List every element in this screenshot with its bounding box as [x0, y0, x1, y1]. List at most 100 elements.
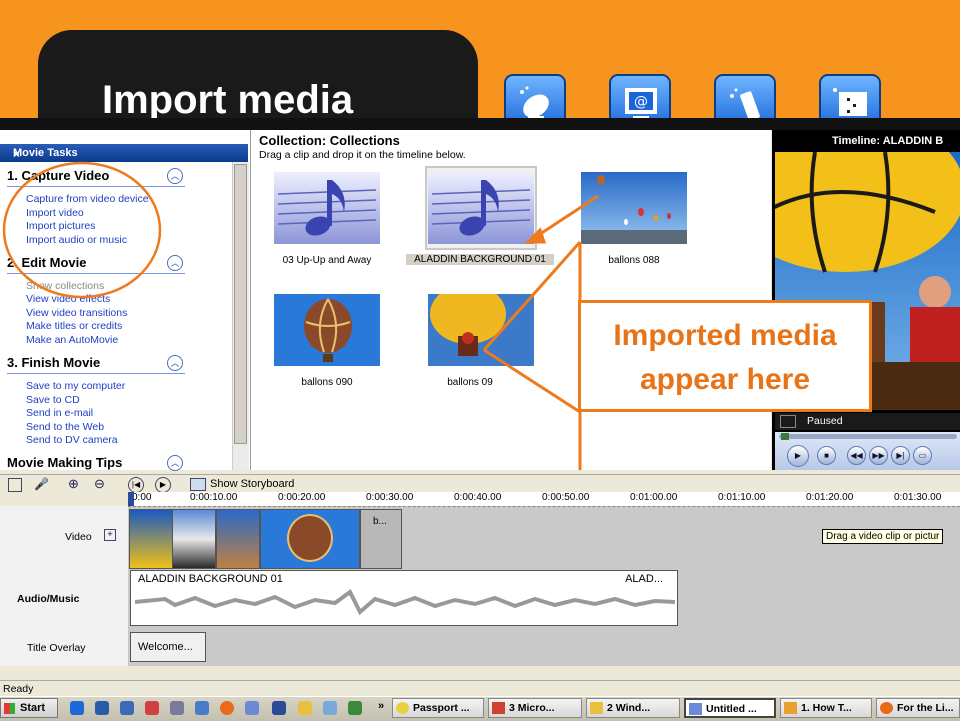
- taskbar-more[interactable]: »: [378, 700, 384, 712]
- callout-text: Imported media appear here: [578, 314, 872, 402]
- zoom-out-icon[interactable]: ⊖: [94, 476, 105, 492]
- audio-track[interactable]: ALADDIN BACKGROUND 01 ALAD...: [128, 570, 960, 630]
- link-save-to-cd[interactable]: Save to CD: [26, 394, 80, 406]
- expand-plus-icon[interactable]: +: [104, 529, 116, 541]
- app-icon[interactable]: [95, 701, 109, 715]
- timeline-ruler[interactable]: 0:00 0:00:10.00 0:00:20.00 0:00:30.00 0:…: [128, 492, 960, 507]
- callout-arrows: [482, 194, 599, 470]
- ruler-tick: 0:00:50.00: [542, 492, 590, 503]
- collection-item-photo[interactable]: [274, 294, 380, 366]
- video-clip[interactable]: [216, 509, 260, 569]
- section-divider: [7, 373, 185, 374]
- movie-maker-icon: [689, 703, 702, 715]
- pdf-icon[interactable]: [145, 701, 159, 715]
- stop-button[interactable]: ■: [817, 446, 836, 465]
- taskbar-button-label: 3 Micro...: [509, 702, 555, 714]
- link-send-web[interactable]: Send to the Web: [26, 421, 104, 433]
- internet-explorer-icon[interactable]: [70, 701, 84, 715]
- play-button[interactable]: ▶: [787, 445, 809, 467]
- link-send-email[interactable]: Send in e-mail: [26, 407, 93, 419]
- ruler-tick: 0:01:20.00: [806, 492, 854, 503]
- playhead[interactable]: [128, 492, 134, 506]
- chevron-up-icon[interactable]: ︿: [167, 455, 183, 471]
- folder-icon[interactable]: [298, 701, 312, 715]
- link-save-to-computer[interactable]: Save to my computer: [26, 380, 125, 392]
- track-label-title-overlay: Title Overlay: [27, 642, 86, 654]
- taskbar-button-micro[interactable]: 3 Micro...: [488, 698, 582, 718]
- previous-frame-button[interactable]: ◀◀: [847, 446, 866, 465]
- title-overlay-track[interactable]: Welcome...: [128, 630, 960, 666]
- video-clip[interactable]: [260, 509, 360, 569]
- ruler-tick: 0:00:40.00: [454, 492, 502, 503]
- firefox-icon[interactable]: [220, 701, 234, 715]
- seek-bar[interactable]: [779, 434, 957, 439]
- app-icon[interactable]: [245, 701, 259, 715]
- start-label: Start: [20, 702, 46, 714]
- callout-line-1: Imported media: [613, 319, 837, 352]
- ruler-tick: 0:01:10.00: [718, 492, 766, 503]
- timeline-tools-icon[interactable]: [8, 478, 22, 492]
- play-timeline-icon[interactable]: ▶: [155, 477, 171, 493]
- preview-status-bar: Paused: [775, 413, 960, 430]
- section-movie-making-tips[interactable]: Movie Making Tips: [7, 455, 122, 470]
- preview-status-text: Paused: [807, 415, 843, 427]
- callout-line-2: appear here: [639, 363, 811, 396]
- app-icon[interactable]: [323, 701, 337, 715]
- status-text: Ready: [3, 683, 34, 695]
- seek-thumb[interactable]: [781, 433, 789, 440]
- taskbar-button-label: Passport ...: [413, 702, 470, 714]
- taskbar-button-label: For the Li...: [897, 702, 954, 714]
- ruler-tick: 0:00:30.00: [366, 492, 414, 503]
- link-make-titles[interactable]: Make titles or credits: [26, 320, 122, 332]
- video-clip[interactable]: b...: [360, 509, 402, 569]
- tasks-scrollbar[interactable]: [232, 162, 249, 470]
- collection-title: Collection: Collections: [259, 133, 400, 148]
- close-icon[interactable]: ×: [13, 147, 234, 161]
- preview-title: Timeline: ALADDIN B: [832, 135, 944, 147]
- app-icon[interactable]: [170, 701, 184, 715]
- taskbar-button-label: 2 Wind...: [607, 702, 651, 714]
- next-frame-button[interactable]: ▶▶: [869, 446, 888, 465]
- collection-item-music[interactable]: [274, 172, 380, 244]
- windows-logo-icon: [4, 703, 15, 714]
- passport-icon: [396, 702, 409, 714]
- section-finish-movie[interactable]: 3. Finish Movie: [7, 355, 100, 370]
- chevron-up-icon[interactable]: ︿: [167, 355, 183, 371]
- video-clip[interactable]: [172, 509, 216, 569]
- taskbar-button-forthe[interactable]: For the Li...: [876, 698, 960, 718]
- app-icon[interactable]: [272, 701, 286, 715]
- taskbar-button-passport[interactable]: Passport ...: [392, 698, 484, 718]
- svg-text:@: @: [634, 94, 648, 110]
- link-make-automovie[interactable]: Make an AutoMovie: [26, 334, 118, 346]
- app-icon[interactable]: [348, 701, 362, 715]
- video-clip[interactable]: [129, 509, 173, 569]
- link-view-video-transitions[interactable]: View video transitions: [26, 307, 127, 319]
- folder-icon: [590, 702, 603, 714]
- scrollbar-thumb[interactable]: [234, 164, 247, 444]
- show-storyboard-button[interactable]: Show Storyboard: [210, 478, 294, 490]
- title-clip[interactable]: Welcome...: [130, 632, 206, 662]
- taskbar-button-untitled-active[interactable]: Untitled ...: [684, 698, 776, 718]
- media-icon[interactable]: [195, 701, 209, 715]
- start-button[interactable]: Start: [0, 698, 58, 718]
- zoom-in-icon[interactable]: ⊕: [68, 476, 79, 492]
- microphone-icon[interactable]: 🎤: [34, 477, 49, 491]
- rewind-icon[interactable]: |◀: [128, 477, 144, 493]
- ruler-tick: 0:00:10.00: [190, 492, 238, 503]
- audio-clip-name: ALADDIN BACKGROUND 01: [138, 573, 283, 585]
- fast-forward-button[interactable]: ▶|: [891, 446, 910, 465]
- fullscreen-button[interactable]: ▭: [913, 446, 932, 465]
- app-icon[interactable]: [120, 701, 134, 715]
- video-track[interactable]: b... Drag a video clip or pictur: [128, 506, 960, 571]
- track-label-audio: Audio/Music: [17, 593, 80, 605]
- taskbar-button-label: Untitled ...: [706, 703, 757, 715]
- taskbar-button-windows[interactable]: 2 Wind...: [586, 698, 680, 718]
- taskbar-button-howto[interactable]: 1. How T...: [780, 698, 872, 718]
- link-send-dv-camera[interactable]: Send to DV camera: [26, 434, 118, 446]
- title-clip-label: Welcome...: [138, 641, 193, 653]
- audio-clip[interactable]: ALADDIN BACKGROUND 01 ALAD...: [130, 570, 678, 626]
- status-bar: Ready: [0, 680, 960, 697]
- preview-controls: ▶ ■ ◀◀ ▶▶ ▶| ▭: [775, 432, 960, 470]
- ruler-tick: 0:01:00.00: [630, 492, 678, 503]
- drag-tooltip: Drag a video clip or pictur: [822, 529, 944, 544]
